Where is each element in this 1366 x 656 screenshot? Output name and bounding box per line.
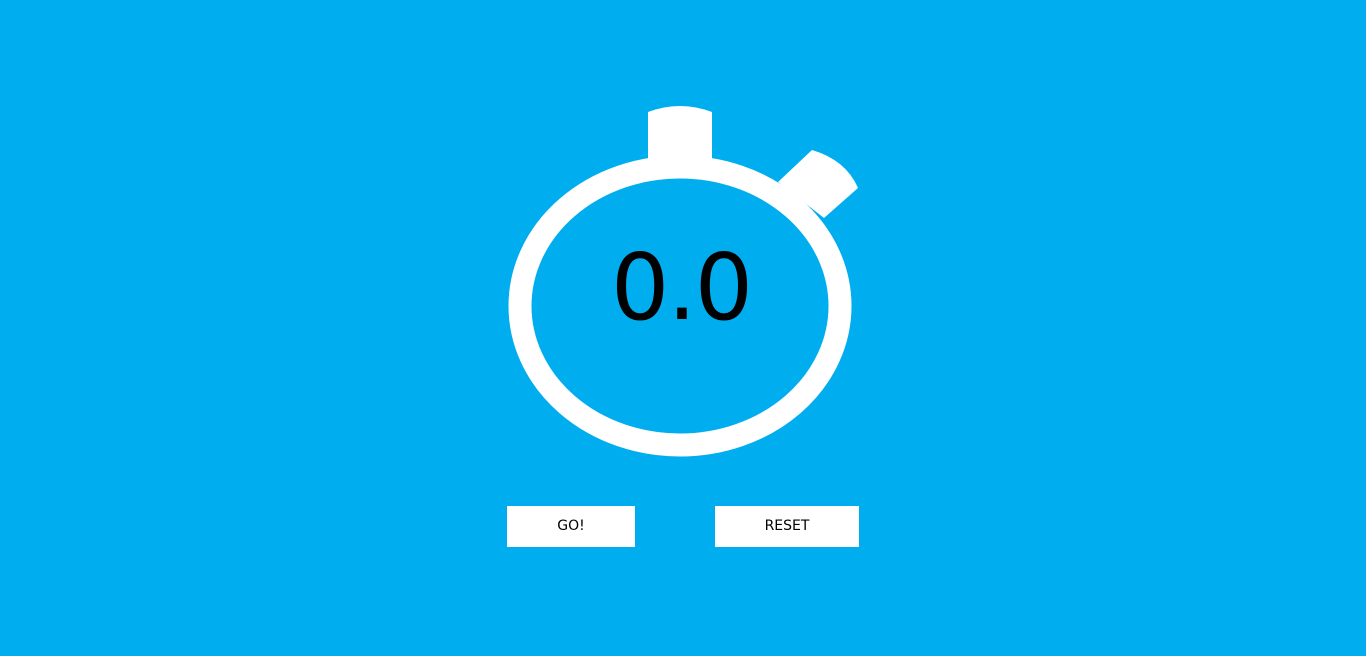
app-stage: 0.0 GO! RESET [0,0,1366,656]
stopwatch-crown [648,106,712,162]
time-display: 0.0 [610,234,753,341]
reset-button[interactable]: RESET [715,506,859,547]
go-button[interactable]: GO! [507,506,635,547]
